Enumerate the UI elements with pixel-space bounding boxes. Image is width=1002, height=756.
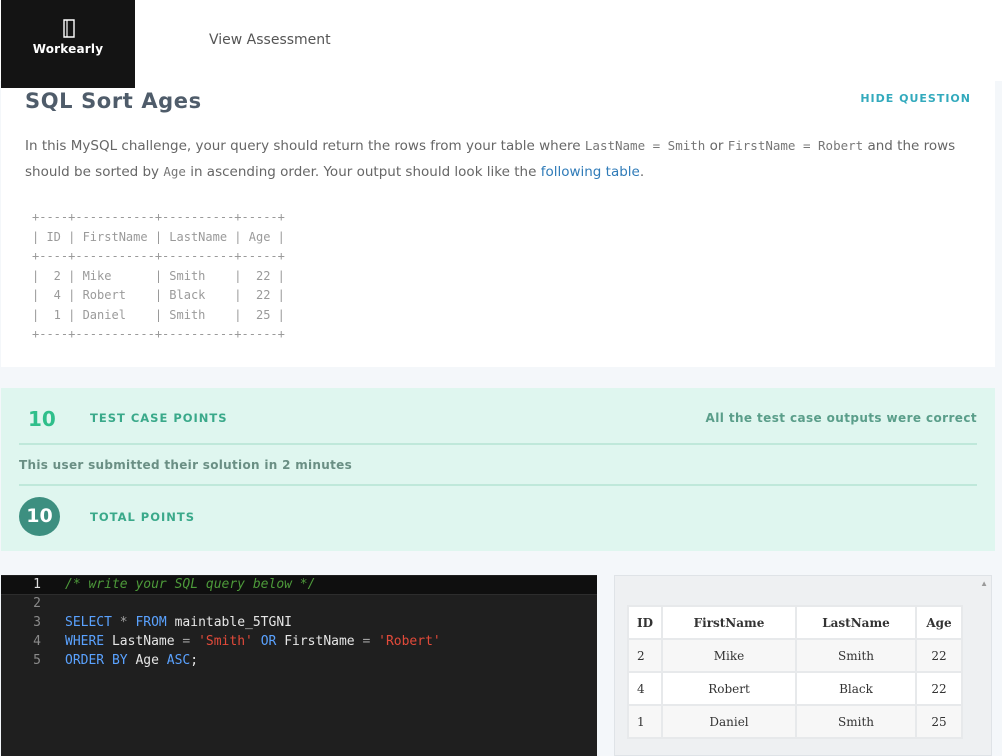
question-description: In this MySQL challenge, your query shou… xyxy=(25,133,965,185)
divider xyxy=(19,443,977,445)
test-case-status: All the test case outputs were correct xyxy=(705,411,977,425)
line-number: 3 xyxy=(33,615,41,630)
table-cell: 22 xyxy=(915,638,963,673)
sql-column: LastName xyxy=(111,634,175,649)
code-line-4: WHERE LastName = 'Smith' OR FirstName = … xyxy=(65,634,441,649)
table-cell: Daniel xyxy=(661,704,797,739)
table-row: 4 Robert Black 22 xyxy=(627,671,963,706)
view-assessment-link[interactable]: View Assessment xyxy=(209,32,331,48)
sql-operator: * xyxy=(119,615,128,630)
test-case-points-value: 10 xyxy=(28,407,56,431)
total-points-badge: 10 xyxy=(19,497,60,536)
question-text-4: in ascending order. Your output should l… xyxy=(185,164,541,180)
top-navigation-bar: View Assessment xyxy=(0,0,1002,81)
sql-string: 'Robert' xyxy=(378,634,441,649)
table-cell: 1 xyxy=(627,704,663,739)
logo[interactable]: Workearly xyxy=(1,0,135,88)
line-number: 4 xyxy=(33,634,41,649)
question-text-1: In this MySQL challenge, your query shou… xyxy=(25,138,585,154)
table-row: 1 Daniel Smith 25 xyxy=(627,704,963,739)
table-cell: 22 xyxy=(915,671,963,706)
output-table: ID FirstName LastName Age 2 Mike Smith 2… xyxy=(627,605,963,739)
column-header: FirstName xyxy=(661,605,797,640)
sql-operator: = xyxy=(182,634,191,649)
sql-terminator: ; xyxy=(190,653,199,668)
question-text-5: . xyxy=(639,164,645,180)
logo-text: Workearly xyxy=(32,42,104,56)
question-text-2: or xyxy=(705,138,728,154)
code-line-3: SELECT * FROM maintable_5TGNI xyxy=(65,615,292,630)
question-title: SQL Sort Ages xyxy=(25,89,202,113)
expected-output-table: +----+-----------+----------+-----+ | ID… xyxy=(32,210,285,341)
column-header: LastName xyxy=(795,605,917,640)
code-age: Age xyxy=(163,164,186,179)
total-points-label: TOTAL POINTS xyxy=(90,510,196,524)
following-table-link[interactable]: following table xyxy=(541,164,640,180)
test-case-points-label: TEST CASE POINTS xyxy=(90,411,228,425)
table-cell: 4 xyxy=(627,671,663,706)
book-icon xyxy=(63,19,75,38)
table-cell: Smith xyxy=(795,638,917,673)
line-number: 2 xyxy=(33,596,41,611)
code-line-1: /* write your SQL query below */ xyxy=(65,577,315,592)
code-lastname-smith: LastName = Smith xyxy=(584,138,706,153)
table-cell: Smith xyxy=(795,704,917,739)
hide-question-button[interactable]: HIDE QUESTION xyxy=(860,92,971,105)
sql-keyword: OR xyxy=(260,634,277,649)
sql-string: 'Smith' xyxy=(198,634,253,649)
table-cell: 25 xyxy=(915,704,963,739)
table-row: 2 Mike Smith 22 xyxy=(627,638,963,673)
sql-keyword: FROM xyxy=(135,615,167,630)
line-number: 1 xyxy=(33,577,41,592)
sql-operator: = xyxy=(362,634,371,649)
sql-column: Age xyxy=(135,653,159,668)
sql-keyword: SELECT xyxy=(65,615,112,630)
table-header-row: ID FirstName LastName Age xyxy=(627,605,963,640)
sql-keyword: ORDER BY xyxy=(65,653,128,668)
table-cell: Black xyxy=(795,671,917,706)
line-number: 5 xyxy=(33,653,41,668)
column-header: ID xyxy=(627,605,663,640)
column-header: Age xyxy=(915,605,963,640)
code-firstname-robert: FirstName = Robert xyxy=(727,138,864,153)
sql-column: FirstName xyxy=(284,634,355,649)
table-cell: Robert xyxy=(661,671,797,706)
sql-table-name: maintable_5TGNI xyxy=(174,615,292,630)
scroll-up-arrow-icon[interactable]: ▲ xyxy=(980,579,988,588)
sql-comment: /* write your SQL query below */ xyxy=(65,577,316,592)
points-card: 10 TEST CASE POINTS All the test case ou… xyxy=(1,388,995,551)
query-output-panel: ▲ ID FirstName LastName Age 2 Mike Smith… xyxy=(614,575,992,756)
sql-keyword: WHERE xyxy=(65,634,105,649)
code-line-5: ORDER BY Age ASC; xyxy=(65,653,198,668)
code-editor[interactable]: 1 2 3 4 5 /* write your SQL query below … xyxy=(1,575,597,756)
submission-time-text: This user submitted their solution in 2 … xyxy=(19,458,353,472)
table-cell: 2 xyxy=(627,638,663,673)
question-card: SQL Sort Ages HIDE QUESTION In this MySQ… xyxy=(1,81,995,367)
divider xyxy=(19,484,977,486)
sql-keyword: ASC xyxy=(166,653,191,668)
table-cell: Mike xyxy=(661,638,797,673)
